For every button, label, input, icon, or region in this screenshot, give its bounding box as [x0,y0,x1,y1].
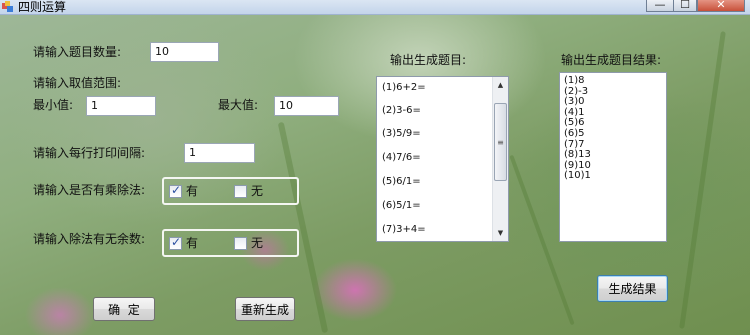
title-bar: 四则运算 — ☐ ✕ [0,0,750,15]
minimize-button[interactable]: — [646,0,674,12]
muldiv-label: 请输入是否有乘除法: [33,183,146,197]
scroll-up-icon[interactable]: ▲ [493,78,508,92]
results-label: 输出生成题目结果: [561,53,662,67]
questions-listbox[interactable]: (1)6+2= (2)3-6= (3)5/9= (4)7/6= (5)6/1= … [376,76,509,242]
regenerate-button-label: 重新生成 [240,302,289,317]
maximize-button[interactable]: ☐ [673,0,697,12]
generate-results-button[interactable]: 生成结果 [597,275,668,302]
result-line: (10)1 [564,170,591,182]
list-item[interactable]: (3)5/9= [382,128,421,140]
range-label: 请输入取值范围: [33,76,122,90]
maximize-icon: ☐ [680,0,690,11]
minimize-icon: — [654,0,666,11]
list-item[interactable]: (4)7/6= [382,152,421,164]
window-title: 四则运算 [18,0,67,14]
remainder-yes-label: 有 [186,236,199,250]
questions-scrollbar[interactable]: ▲ ≡ ▼ [492,77,508,241]
result-line: (6)5 [564,127,585,139]
results-textbox[interactable]: (1)8 (2)-3 (3)0 (4)1 (5)6 (6)5 (7)7 (8)1… [559,72,667,242]
confirm-button-label: 确 定 [108,302,140,317]
list-item[interactable]: (1)6+2= [382,82,426,94]
muldiv-yes-checkbox[interactable]: ✓ [169,183,182,198]
check-icon: ✓ [171,235,182,249]
close-icon: ✕ [716,0,726,11]
list-item[interactable]: (5)6/1= [382,176,421,188]
muldiv-no-checkbox[interactable] [234,185,247,198]
close-button[interactable]: ✕ [697,0,745,12]
interval-label: 请输入每行打印间隔: [33,146,146,160]
confirm-button[interactable]: 确 定 [93,297,155,321]
max-input[interactable]: 10 [274,96,339,116]
count-label: 请输入题目数量: [33,45,122,59]
regenerate-button[interactable]: 重新生成 [235,297,295,321]
remainder-yes-checkbox[interactable]: ✓ [169,235,182,250]
remainder-no-checkbox[interactable] [234,237,247,250]
remainder-no-label: 无 [251,236,264,250]
interval-input[interactable]: 1 [184,143,255,163]
generate-results-button-label: 生成结果 [608,282,657,296]
muldiv-yes-label: 有 [186,184,199,198]
result-line: (1)8 [564,75,585,86]
list-item[interactable]: (7)3+4= [382,224,426,236]
check-icon: ✓ [171,183,182,197]
questions-label: 输出生成题目: [390,53,467,67]
min-input[interactable]: 1 [86,96,156,116]
scroll-thumb[interactable]: ≡ [494,103,507,181]
remainder-label: 请输入除法有无余数: [33,232,146,246]
muldiv-no-label: 无 [251,184,264,198]
list-item[interactable]: (6)5/1= [382,200,421,212]
min-label: 最小值: [33,98,74,112]
list-item[interactable]: (2)3-6= [382,105,421,117]
remainder-group: ✓ 有 无 [162,229,299,257]
scroll-down-icon[interactable]: ▼ [493,226,508,240]
count-input[interactable]: 10 [150,42,219,62]
muldiv-group: ✓ 有 无 [162,177,299,205]
max-label: 最大值: [218,98,259,112]
app-icon [2,1,13,12]
